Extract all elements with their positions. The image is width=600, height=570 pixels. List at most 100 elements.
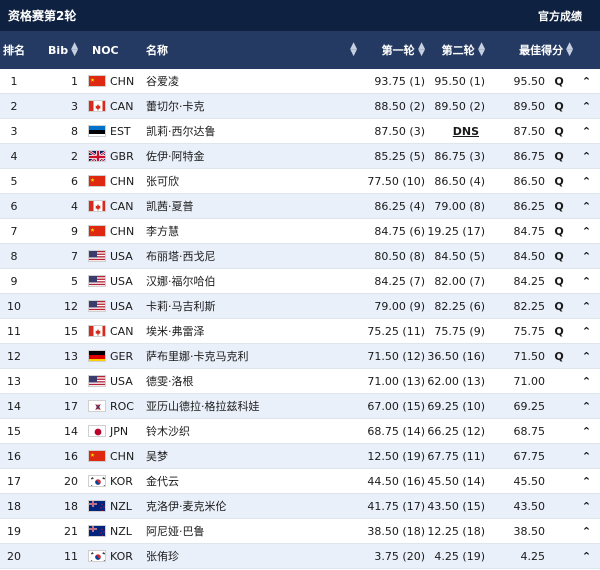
chevron-up-icon[interactable]: ⌃	[573, 350, 600, 363]
table-row[interactable]: 13 10 USA 德雯·洛根 71.00 (13) 62.00 (13) 71.00 ⌃	[0, 369, 600, 394]
noc-code: CHN	[110, 74, 135, 88]
chevron-up-icon[interactable]: ⌃	[573, 175, 600, 188]
round2-score: 84.50 (5)	[425, 250, 485, 263]
chevron-up-icon[interactable]: ⌃	[573, 225, 600, 238]
qualified-mark: Q	[554, 324, 564, 338]
table-row[interactable]: 15 14 JPN 铃木沙织 68.75 (14) 66.25 (12) 68.75 ⌃	[0, 419, 600, 444]
round2-score-value: 82.25 (6)	[434, 299, 485, 313]
round1-score: 84.75 (6)	[374, 224, 425, 238]
est-flag-icon	[88, 125, 106, 137]
sort-icon[interactable]: ▲ ▼	[418, 42, 425, 58]
usa-flag-icon	[88, 300, 106, 312]
chevron-up-icon[interactable]: ⌃	[573, 75, 600, 88]
best-score: 86.50	[513, 174, 546, 188]
chevron-up-icon[interactable]: ⌃	[573, 400, 600, 413]
chevron-up-icon[interactable]: ⌃	[573, 425, 600, 438]
best-score: 86.75	[513, 149, 546, 163]
chevron-up-icon[interactable]: ⌃	[573, 125, 600, 138]
athlete-name: 李方慧	[146, 225, 179, 238]
chevron-up-icon[interactable]: ⌃	[573, 550, 600, 563]
athlete-name: 克洛伊·麦克米伦	[146, 500, 227, 513]
sort-icon[interactable]: ▲ ▼	[478, 42, 485, 58]
table-row[interactable]: 2 3 CAN 蕾切尔·卡克 88.50 (2) 89.50 (2) 89.50 Q ⌃	[0, 94, 600, 119]
chevron-up-icon[interactable]: ⌃	[573, 200, 600, 213]
table-row[interactable]: 8 7 USA 布丽塔·西戈尼 80.50 (8) 84.50 (5) 84.50 Q ⌃	[0, 244, 600, 269]
chevron-up-icon[interactable]: ⌃	[573, 275, 600, 288]
table-row[interactable]: 14 17 ROC 亚历山德拉·格拉兹科娃 67.00 (15) 69.25 (10) 69…	[0, 394, 600, 419]
rank-cell: 4	[10, 149, 18, 163]
table-row[interactable]: 3 8 EST 凯莉·西尔达鲁 87.50 (3) DNS 87.50 Q ⌃	[0, 119, 600, 144]
bib-cell: 8	[71, 124, 78, 138]
chevron-up-icon[interactable]: ⌃	[573, 150, 600, 163]
noc-cell: KOR	[88, 550, 144, 563]
round2-score: 12.25 (18)	[425, 525, 485, 538]
round2-score-value: 36.50 (16)	[427, 349, 485, 363]
qualified-mark: Q	[554, 124, 564, 138]
table-row[interactable]: 16 16 CHN 吴梦 12.50 (19) 67.75 (11) 67.75 ⌃	[0, 444, 600, 469]
noc-cell: ROC	[88, 400, 144, 413]
round2-score: DNS	[425, 125, 485, 138]
sort-icon[interactable]: ▲ ▼	[566, 42, 573, 58]
jpn-flag-icon	[88, 425, 106, 437]
noc-code: USA	[110, 374, 133, 388]
chevron-up-icon[interactable]: ⌃	[573, 500, 600, 513]
table-row[interactable]: 6 4 CAN 凯茜·夏普 86.25 (4) 79.00 (8) 86.25 Q ⌃	[0, 194, 600, 219]
best-score: 95.50	[513, 74, 546, 88]
round2-score: 79.00 (8)	[425, 200, 485, 213]
athlete-name: 凯莉·西尔达鲁	[146, 125, 216, 138]
athlete-name: 卡莉·马吉利斯	[146, 300, 216, 313]
round2-score-value: 62.00 (13)	[427, 374, 485, 388]
table-row[interactable]: 10 12 USA 卡莉·马吉利斯 79.00 (9) 82.25 (6) 82.25 Q ⌃	[0, 294, 600, 319]
official-results-link[interactable]: 官方成绩	[538, 8, 590, 24]
table-row[interactable]: 1 1 CHN 谷爱凌 93.75 (1) 95.50 (1) 95.50 Q ⌃	[0, 69, 600, 94]
table-row[interactable]: 18 18 NZL 克洛伊·麦克米伦 41.75 (17) 43.50 (15) 43.50…	[0, 494, 600, 519]
table-row[interactable]: 19 21 NZL 阿尼娅·巴鲁 38.50 (18) 12.25 (18) 38.50 ⌃	[0, 519, 600, 544]
round1-score: 75.25 (11)	[367, 324, 425, 338]
header-rank[interactable]: 排名	[0, 44, 28, 57]
round2-score: 19.25 (17)	[425, 225, 485, 238]
round1-score: 77.50 (10)	[367, 174, 425, 188]
chevron-up-icon[interactable]: ⌃	[573, 475, 600, 488]
chevron-up-icon[interactable]: ⌃	[573, 525, 600, 538]
table-row[interactable]: 4 2 GBR 佐伊·阿特金 85.25 (5) 86.75 (3) 86.75 Q ⌃	[0, 144, 600, 169]
noc-cell: EST	[88, 125, 144, 138]
chevron-up-icon[interactable]: ⌃	[573, 450, 600, 463]
chevron-up-icon[interactable]: ⌃	[573, 300, 600, 313]
round2-score: 45.50 (14)	[425, 475, 485, 488]
best-score: 67.75	[513, 449, 546, 463]
can-flag-icon	[88, 325, 106, 337]
header-name[interactable]: 名称 ▲ ▼	[144, 42, 365, 58]
table-row[interactable]: 12 13 GER 萨布里娜·卡克马克利 71.50 (12) 36.50 (16) 71.…	[0, 344, 600, 369]
header-round2[interactable]: 第二轮 ▲ ▼	[425, 42, 485, 58]
round2-score-value: 86.75 (3)	[434, 149, 485, 163]
chevron-up-icon[interactable]: ⌃	[573, 325, 600, 338]
header-bib[interactable]: Bib ▲ ▼	[28, 42, 88, 58]
table-row[interactable]: 9 5 USA 汉娜·福尔哈伯 84.25 (7) 82.00 (7) 84.25 Q ⌃	[0, 269, 600, 294]
noc-code: EST	[110, 124, 131, 138]
athlete-name: 埃米·弗雷泽	[146, 325, 205, 338]
chevron-up-icon[interactable]: ⌃	[573, 100, 600, 113]
chevron-up-icon[interactable]: ⌃	[573, 250, 600, 263]
noc-cell: USA	[88, 275, 144, 288]
best-score: 4.25	[520, 549, 546, 563]
noc-cell: JPN	[88, 425, 144, 438]
chevron-up-icon[interactable]: ⌃	[573, 375, 600, 388]
table-row[interactable]: 17 20 KOR 金代云 44.50 (16) 45.50 (14) 45.50 ⌃	[0, 469, 600, 494]
sort-icon[interactable]: ▲ ▼	[350, 42, 357, 58]
table-row[interactable]: 11 15 CAN 埃米·弗雷泽 75.25 (11) 75.75 (9) 75.75 Q ⌃	[0, 319, 600, 344]
athlete-name: 蕾切尔·卡克	[146, 100, 205, 113]
header-best[interactable]: 最佳得分 ▲ ▼	[485, 42, 573, 58]
header-noc[interactable]: NOC	[88, 44, 144, 57]
bib-cell: 14	[64, 424, 78, 438]
table-row[interactable]: 20 11 KOR 张侑珍 3.75 (20) 4.25 (19) 4.25 ⌃	[0, 544, 600, 569]
bib-cell: 1	[71, 74, 78, 88]
table-row[interactable]: 7 9 CHN 李方慧 84.75 (6) 19.25 (17) 84.75 Q ⌃	[0, 219, 600, 244]
table-row[interactable]: 5 6 CHN 张可欣 77.50 (10) 86.50 (4) 86.50 Q ⌃	[0, 169, 600, 194]
can-flag-icon	[88, 100, 106, 112]
round2-score-value[interactable]: DNS	[453, 125, 479, 138]
header-round1[interactable]: 第一轮 ▲ ▼	[365, 42, 425, 58]
noc-cell: CAN	[88, 200, 144, 213]
round2-score-value: 84.50 (5)	[434, 249, 485, 263]
sort-icon[interactable]: ▲ ▼	[71, 42, 78, 58]
noc-code: GBR	[110, 149, 134, 163]
